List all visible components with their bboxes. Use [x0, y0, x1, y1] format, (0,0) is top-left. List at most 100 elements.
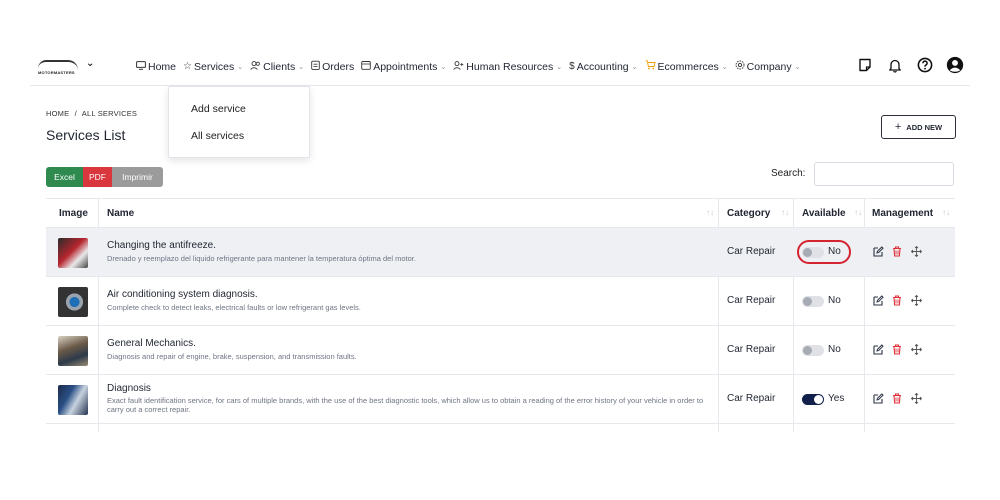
- service-category: Car Repair: [727, 393, 776, 404]
- monitor-icon: [136, 60, 146, 73]
- notes-icon[interactable]: [856, 56, 874, 74]
- row-actions: [872, 294, 922, 306]
- logo-text: MOTORMASTERS: [38, 70, 75, 75]
- nav-item-clients[interactable]: Clients ⌄: [250, 60, 304, 73]
- nav-label: Ecommerces: [657, 60, 719, 73]
- edit-icon[interactable]: [872, 245, 884, 257]
- user-avatar-icon[interactable]: [946, 56, 964, 74]
- clipboard-icon: [311, 60, 320, 73]
- nav-label: Appointments: [373, 60, 438, 73]
- brand-logo[interactable]: MOTORMASTERS: [38, 58, 84, 78]
- nav-label: Services: [193, 60, 235, 73]
- nav-item-orders[interactable]: Orders: [311, 60, 354, 73]
- nav-label: Human Resources: [466, 60, 554, 73]
- nav-item-home[interactable]: Home: [136, 60, 176, 73]
- column-header-available[interactable]: Available: [802, 208, 846, 219]
- availability-toggle[interactable]: [802, 296, 824, 307]
- table-header-row: Image Name ↑↓ Category ↑↓ Available ↑↓ M…: [46, 199, 955, 228]
- star-icon: ☆: [183, 61, 192, 72]
- nav-label: Clients: [263, 60, 296, 73]
- service-category: Car Repair: [727, 246, 776, 257]
- nav-item-company[interactable]: Company ⌄: [735, 60, 801, 73]
- dropdown-item-all-services[interactable]: All services: [191, 130, 244, 142]
- print-button[interactable]: Imprimir: [112, 167, 163, 187]
- table-row[interactable]: [46, 424, 955, 432]
- breadcrumb-current: ALL SERVICES: [81, 109, 138, 118]
- edit-icon[interactable]: [872, 343, 884, 355]
- add-new-button[interactable]: + ADD NEW: [881, 115, 956, 139]
- table-row[interactable]: General Mechanics. Diagnosis and repair …: [46, 326, 955, 375]
- service-description: Diagnosis and repair of engine, brake, s…: [107, 352, 357, 361]
- dropdown-item-add-service[interactable]: Add service: [191, 103, 246, 115]
- calendar-icon: [361, 60, 371, 73]
- delete-icon[interactable]: [891, 343, 903, 355]
- table-row[interactable]: Diagnosis Exact fault identification ser…: [46, 375, 955, 424]
- sort-icon[interactable]: ↑↓: [706, 208, 714, 217]
- pdf-export-button[interactable]: PDF: [83, 167, 112, 187]
- table-row[interactable]: Air conditioning system diagnosis. Compl…: [46, 277, 955, 326]
- cart-icon: [645, 60, 656, 73]
- service-thumbnail: [58, 385, 88, 415]
- nav-item-services[interactable]: ☆ Services ⌄: [183, 60, 243, 73]
- nav-item-ecommerces[interactable]: Ecommerces ⌄: [645, 60, 728, 73]
- export-button-group: Excel PDF Imprimir: [46, 167, 163, 187]
- nav-item-accounting[interactable]: $ Accounting ⌄: [569, 60, 637, 73]
- nav-label: Orders: [322, 60, 355, 73]
- row-actions: [872, 392, 922, 404]
- availability-toggle[interactable]: [802, 345, 824, 356]
- car-logo-icon: [38, 60, 78, 70]
- move-icon[interactable]: [910, 245, 922, 257]
- highlight-circle: [797, 240, 851, 264]
- excel-export-button[interactable]: Excel: [46, 167, 83, 187]
- chevron-down-icon[interactable]: ⌄: [86, 58, 94, 69]
- edit-icon[interactable]: [872, 294, 884, 306]
- availability-label: No: [828, 344, 841, 355]
- row-actions: [872, 245, 922, 257]
- chevron-down-icon: ⌄: [631, 63, 638, 71]
- delete-icon[interactable]: [891, 392, 903, 404]
- column-header-management[interactable]: Management: [872, 208, 933, 219]
- chevron-down-icon: ⌄: [794, 63, 801, 71]
- sort-icon[interactable]: ↑↓: [854, 208, 862, 217]
- sort-icon[interactable]: ↑↓: [942, 208, 950, 217]
- table-row[interactable]: Changing the antifreeze. Drenado y reemp…: [46, 228, 955, 277]
- service-name: Air conditioning system diagnosis.: [107, 289, 258, 300]
- nav-label: Accounting: [576, 60, 629, 73]
- bell-icon[interactable]: [886, 56, 904, 74]
- service-category: Car Repair: [727, 344, 776, 355]
- help-icon[interactable]: [916, 56, 934, 74]
- delete-icon[interactable]: [891, 245, 903, 257]
- main-menu: Home ☆ Services ⌄ Clients ⌄ Orders Appoi…: [136, 60, 807, 73]
- chevron-down-icon: ⌄: [556, 63, 563, 71]
- breadcrumb: HOME / ALL SERVICES: [46, 109, 137, 118]
- move-icon[interactable]: [910, 343, 922, 355]
- nav-item-human-resources[interactable]: Human Resources ⌄: [453, 60, 562, 73]
- gear-icon: [735, 60, 745, 73]
- service-description: Complete check to detect leaks, electric…: [107, 303, 361, 312]
- breadcrumb-separator: /: [74, 109, 77, 118]
- availability-toggle[interactable]: [802, 394, 824, 405]
- nav-item-appointments[interactable]: Appointments ⌄: [361, 60, 446, 73]
- column-header-category[interactable]: Category: [727, 208, 770, 219]
- breadcrumb-home[interactable]: HOME: [46, 109, 69, 118]
- column-header-image[interactable]: Image: [59, 208, 88, 219]
- plus-icon: +: [894, 121, 902, 133]
- edit-icon[interactable]: [872, 392, 884, 404]
- nav-label: Company: [746, 60, 792, 73]
- availability-label: Yes: [828, 393, 845, 404]
- add-new-label: ADD NEW: [906, 122, 943, 132]
- column-header-name[interactable]: Name: [107, 208, 134, 219]
- service-name: General Mechanics.: [107, 338, 196, 349]
- search-input[interactable]: [814, 162, 954, 186]
- move-icon[interactable]: [910, 392, 922, 404]
- chevron-down-icon: ⌄: [721, 63, 728, 71]
- services-dropdown-menu: Add service All services: [168, 86, 310, 158]
- availability-label: No: [828, 295, 841, 306]
- service-thumbnail: [58, 287, 88, 317]
- service-description: Exact fault identification service, for …: [107, 396, 704, 414]
- users-icon: [250, 60, 261, 73]
- delete-icon[interactable]: [891, 294, 903, 306]
- sort-icon[interactable]: ↑↓: [781, 208, 789, 217]
- page-title: Services List: [46, 127, 126, 143]
- move-icon[interactable]: [910, 294, 922, 306]
